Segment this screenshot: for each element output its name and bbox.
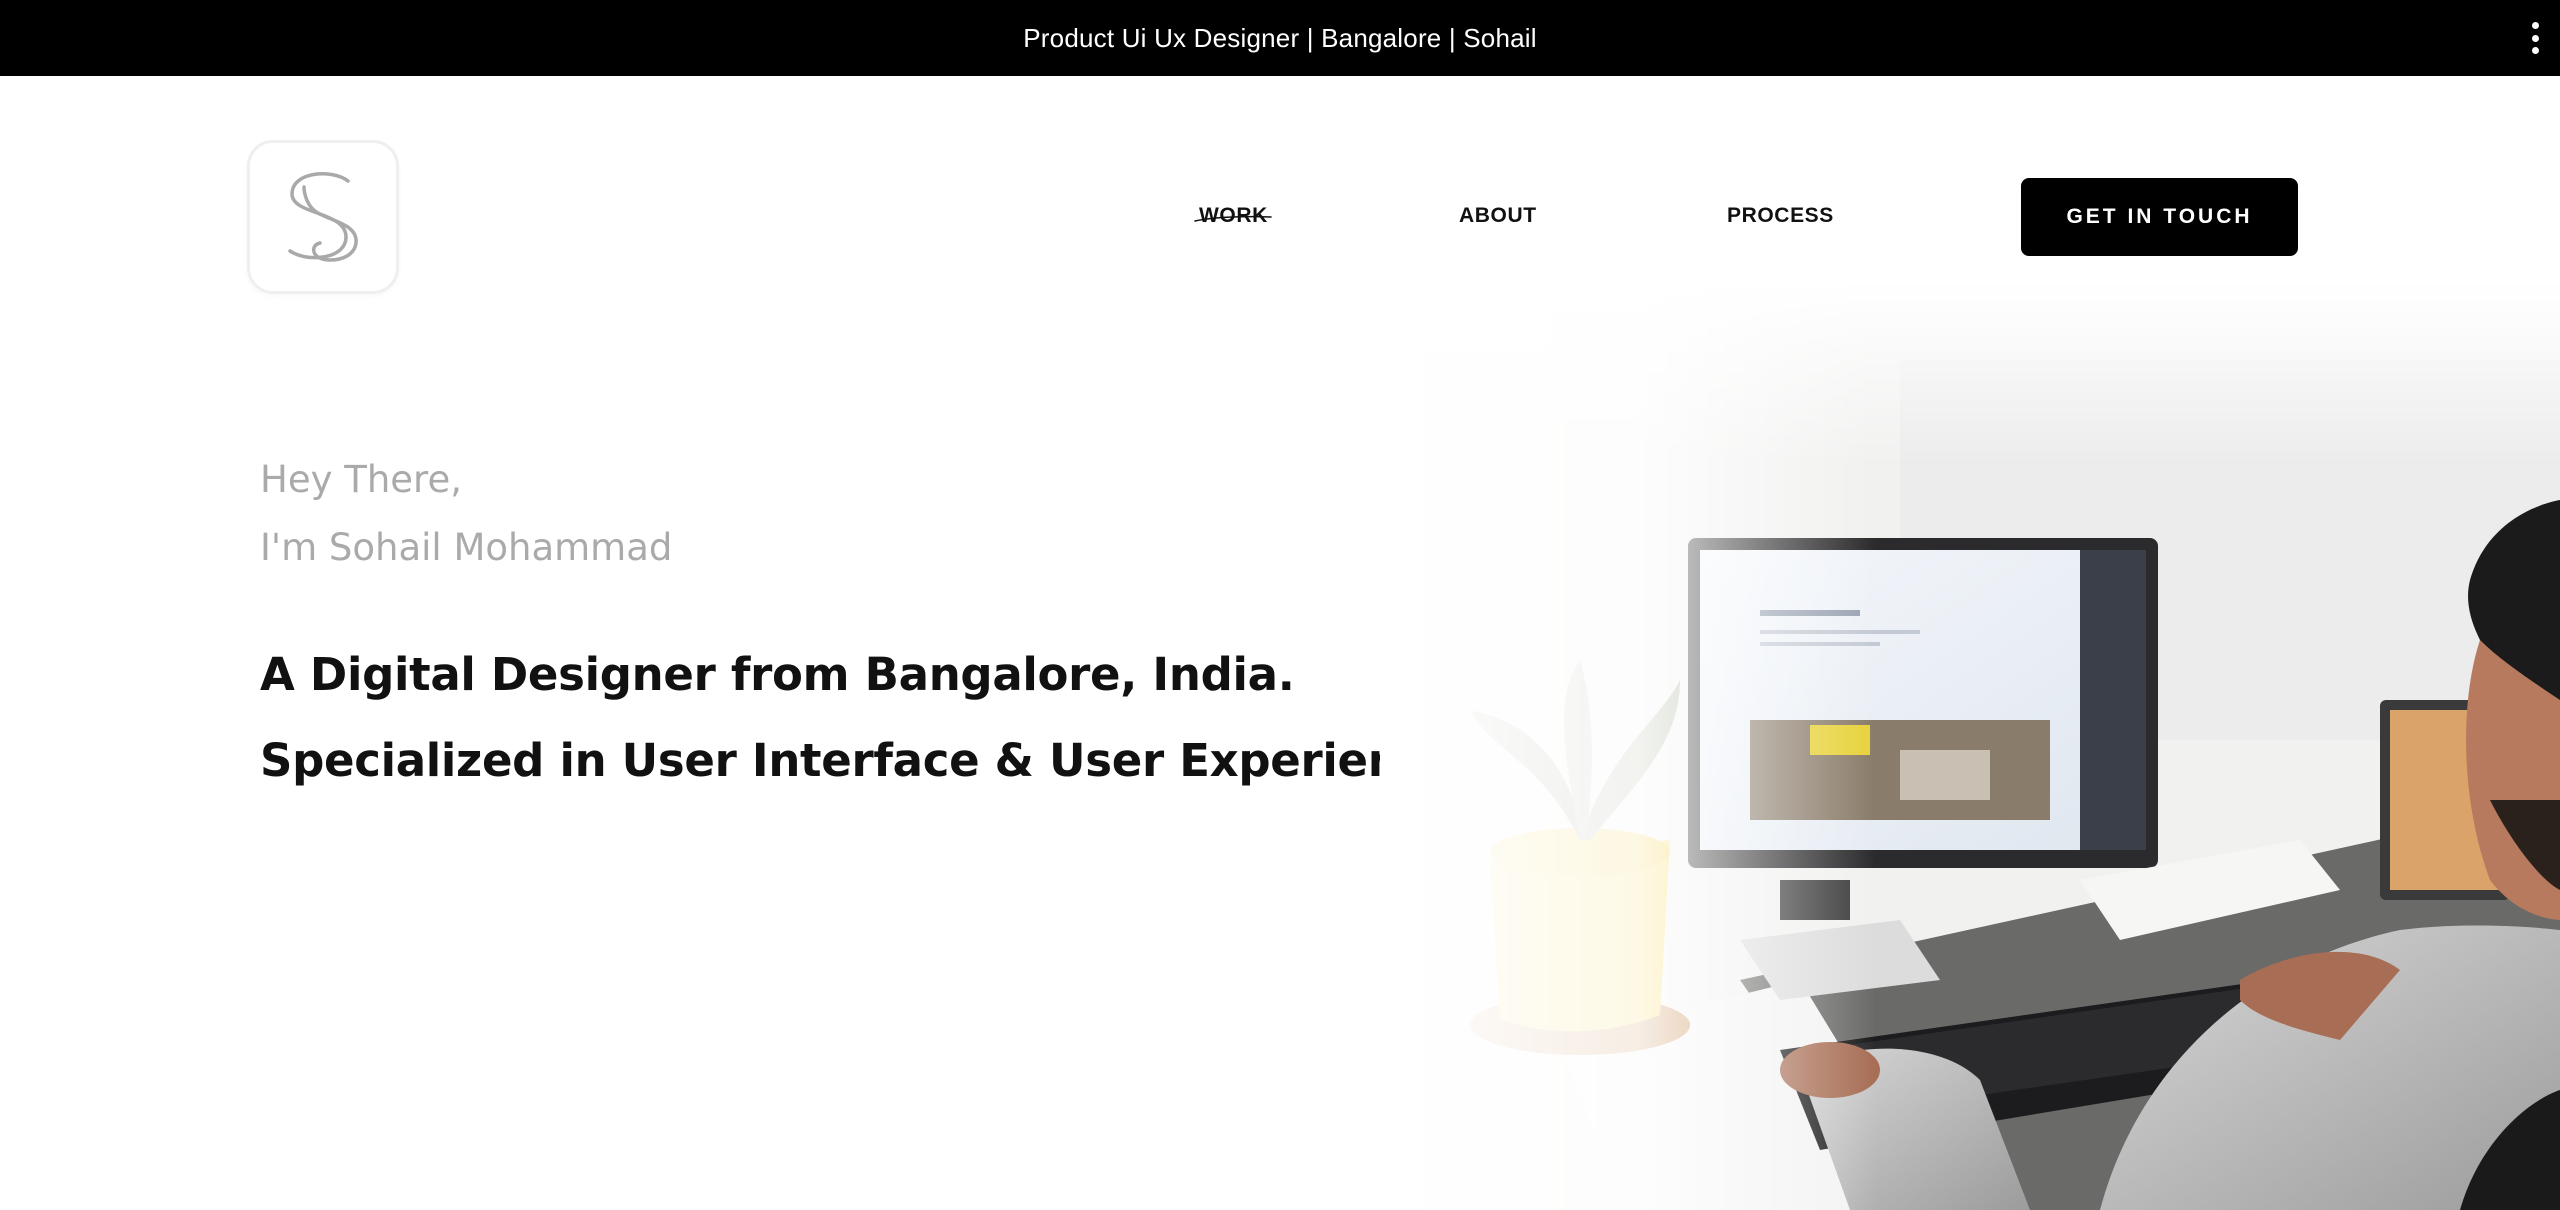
- greeting-line-2: I'm Sohail Mohammad: [260, 526, 673, 569]
- site-logo[interactable]: [247, 140, 399, 294]
- greeting-line-1: Hey There,: [260, 458, 462, 501]
- window-title-bar: Product Ui Ux Designer | Bangalore | Soh…: [0, 0, 2560, 76]
- get-in-touch-button[interactable]: GET IN TOUCH: [2021, 178, 2298, 256]
- hero-photo: [1380, 280, 2560, 1210]
- nav-about-link[interactable]: ABOUT: [1459, 204, 1537, 228]
- headline-line-1: A Digital Designer from Bangalore, India…: [260, 648, 1295, 701]
- nav-process-link[interactable]: PROCESS: [1727, 204, 1834, 228]
- nav-work-link[interactable]: WORK: [1194, 204, 1272, 228]
- s-monogram-logo-icon: [288, 172, 358, 262]
- nav-work-label: WORK: [1199, 204, 1268, 227]
- window-title: Product Ui Ux Designer | Bangalore | Soh…: [1023, 22, 1537, 53]
- kebab-menu-icon[interactable]: [2524, 22, 2546, 54]
